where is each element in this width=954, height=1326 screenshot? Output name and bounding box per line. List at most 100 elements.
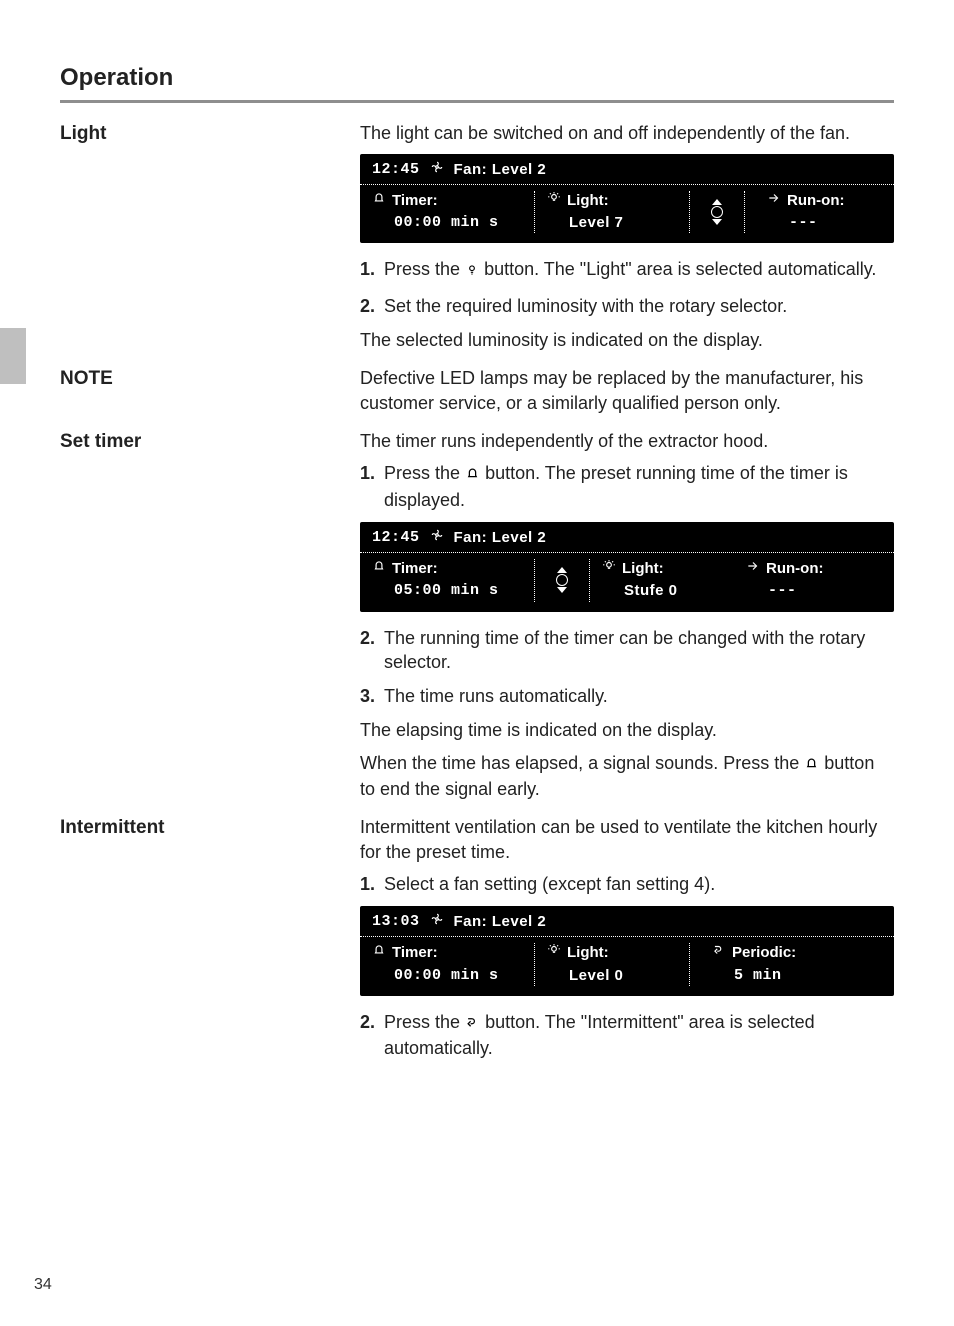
label-note: NOTE <box>60 366 360 392</box>
timer-label: Timer: <box>392 191 438 211</box>
light-label: Light: <box>622 559 664 579</box>
periodic-value: 5 min <box>712 966 782 986</box>
display-fan: Fan: Level 2 <box>454 160 547 180</box>
vsep <box>534 559 535 602</box>
label-light: Light <box>60 121 360 147</box>
fan-icon <box>430 160 444 180</box>
timer-steps-a: 1. Press the button. The preset running … <box>360 461 894 512</box>
vsep <box>589 559 590 602</box>
bell-icon <box>372 559 386 579</box>
intermittent-step-2: 2. Press the button. The "Intermittent" … <box>360 1010 894 1061</box>
section-rule <box>60 100 894 103</box>
intermittent-step-1: 1. Select a fan setting (except fan sett… <box>360 872 894 896</box>
section-title: Operation <box>60 62 894 94</box>
runon-value: --- <box>746 581 797 601</box>
row-light: Light The light can be switched on and o… <box>60 121 894 360</box>
runon-icon <box>767 191 781 211</box>
periodic-button-icon <box>465 1012 480 1036</box>
cell-light: Light: Stufe 0 <box>602 559 732 602</box>
row-intermittent: Intermittent Intermittent ventilation ca… <box>60 815 894 1070</box>
timer-label: Timer: <box>392 559 438 579</box>
light-intro: The light can be switched on and off ind… <box>360 121 894 145</box>
timer-after2: When the time has elapsed, a signal soun… <box>360 751 894 802</box>
intermittent-steps-b: 2. Press the button. The "Intermittent" … <box>360 1010 894 1061</box>
text: Press the <box>384 1012 465 1032</box>
light-steps: 1. Press the button. The "Light" area is… <box>360 257 894 318</box>
bulb-icon <box>547 191 561 211</box>
cell-light: Light: Level 0 <box>547 943 677 986</box>
row-settimer: Set timer The timer runs independently o… <box>60 429 894 809</box>
body-note: Defective LED lamps may be replaced by t… <box>360 366 894 423</box>
light-label: Light: <box>567 191 609 211</box>
display-fan: Fan: Level 2 <box>454 528 547 548</box>
note-text: Defective LED lamps may be replaced by t… <box>360 366 894 415</box>
periodic-label: Periodic: <box>732 943 796 963</box>
timer-step-3: 3. The time runs automatically. <box>360 684 894 708</box>
fan-icon <box>430 528 444 548</box>
cell-timer: Timer: 00:00 min s <box>372 943 522 986</box>
fan-icon <box>430 912 444 932</box>
timer-value: 05:00 min s <box>372 581 522 601</box>
body-settimer: The timer runs independently of the extr… <box>360 429 894 809</box>
display-body: Timer: 00:00 min s Light: Level 0 <box>360 937 894 996</box>
light-step-2: 2. Set the required luminosity with the … <box>360 294 894 318</box>
display-body: Timer: 05:00 min s Lig <box>360 553 894 612</box>
label-settimer: Set timer <box>60 429 360 455</box>
runon-label: Run-on: <box>766 559 823 579</box>
timer-value: 00:00 min s <box>372 213 522 233</box>
display-intermittent: 13:03 Fan: Level 2 Timer: 0 <box>360 906 894 996</box>
manual-page: Operation Light The light can be switche… <box>0 0 954 1326</box>
cell-periodic: Periodic: 5 min <box>702 943 882 986</box>
display-clock: 13:03 <box>372 912 420 932</box>
vsep <box>689 943 690 986</box>
intermittent-intro: Intermittent ventilation can be used to … <box>360 815 894 864</box>
rotary-selector-indicator <box>547 559 577 602</box>
light-value: Level 0 <box>547 966 677 986</box>
rotary-selector-indicator <box>702 191 732 234</box>
bulb-icon <box>547 943 561 963</box>
display-fan: Fan: Level 2 <box>454 912 547 932</box>
text: Set the required luminosity with the rot… <box>384 296 787 316</box>
text: The running time of the timer can be cha… <box>384 628 865 672</box>
label-intermittent: Intermittent <box>60 815 360 841</box>
display-top: 13:03 Fan: Level 2 <box>360 906 894 937</box>
bell-button-icon <box>465 463 480 487</box>
text: The time runs automatically. <box>384 686 608 706</box>
light-after: The selected luminosity is indicated on … <box>360 328 894 352</box>
timer-intro: The timer runs independently of the extr… <box>360 429 894 453</box>
light-button-icon <box>465 259 479 283</box>
side-tab <box>0 328 26 384</box>
timer-label: Timer: <box>392 943 438 963</box>
periodic-icon <box>712 943 726 963</box>
body-light: The light can be switched on and off ind… <box>360 121 894 360</box>
vsep <box>534 943 535 986</box>
timer-step-1: 1. Press the button. The preset running … <box>360 461 894 512</box>
vsep <box>534 191 535 234</box>
row-note: NOTE Defective LED lamps may be replaced… <box>60 366 894 423</box>
light-step-1: 1. Press the button. The "Light" area is… <box>360 257 894 283</box>
intermittent-steps-a: 1. Select a fan setting (except fan sett… <box>360 872 894 896</box>
runon-label: Run-on: <box>787 191 844 211</box>
bell-icon <box>372 191 386 211</box>
display-clock: 12:45 <box>372 528 420 548</box>
display-light: 12:45 Fan: Level 2 Timer: 0 <box>360 154 894 244</box>
text: button. The "Light" area is selected aut… <box>484 259 876 279</box>
timer-step-2: 2. The running time of the timer can be … <box>360 626 894 675</box>
text: Press the <box>384 463 465 483</box>
timer-steps-b: 2. The running time of the timer can be … <box>360 626 894 709</box>
timer-value: 00:00 min s <box>372 966 522 986</box>
display-clock: 12:45 <box>372 160 420 180</box>
cell-timer: Timer: 00:00 min s <box>372 191 522 234</box>
text: When the time has elapsed, a signal soun… <box>360 753 804 773</box>
page-number: 34 <box>34 1274 52 1296</box>
cell-light: Light: Level 7 <box>547 191 677 234</box>
text: Press the <box>384 259 465 279</box>
runon-icon <box>746 559 760 579</box>
display-top: 12:45 Fan: Level 2 <box>360 522 894 553</box>
light-value: Stufe 0 <box>602 581 732 601</box>
display-timer: 12:45 Fan: Level 2 Timer: 0 <box>360 522 894 612</box>
vsep <box>689 191 690 234</box>
display-body: Timer: 00:00 min s Light: Level 7 <box>360 185 894 244</box>
bell-icon <box>372 943 386 963</box>
light-label: Light: <box>567 943 609 963</box>
